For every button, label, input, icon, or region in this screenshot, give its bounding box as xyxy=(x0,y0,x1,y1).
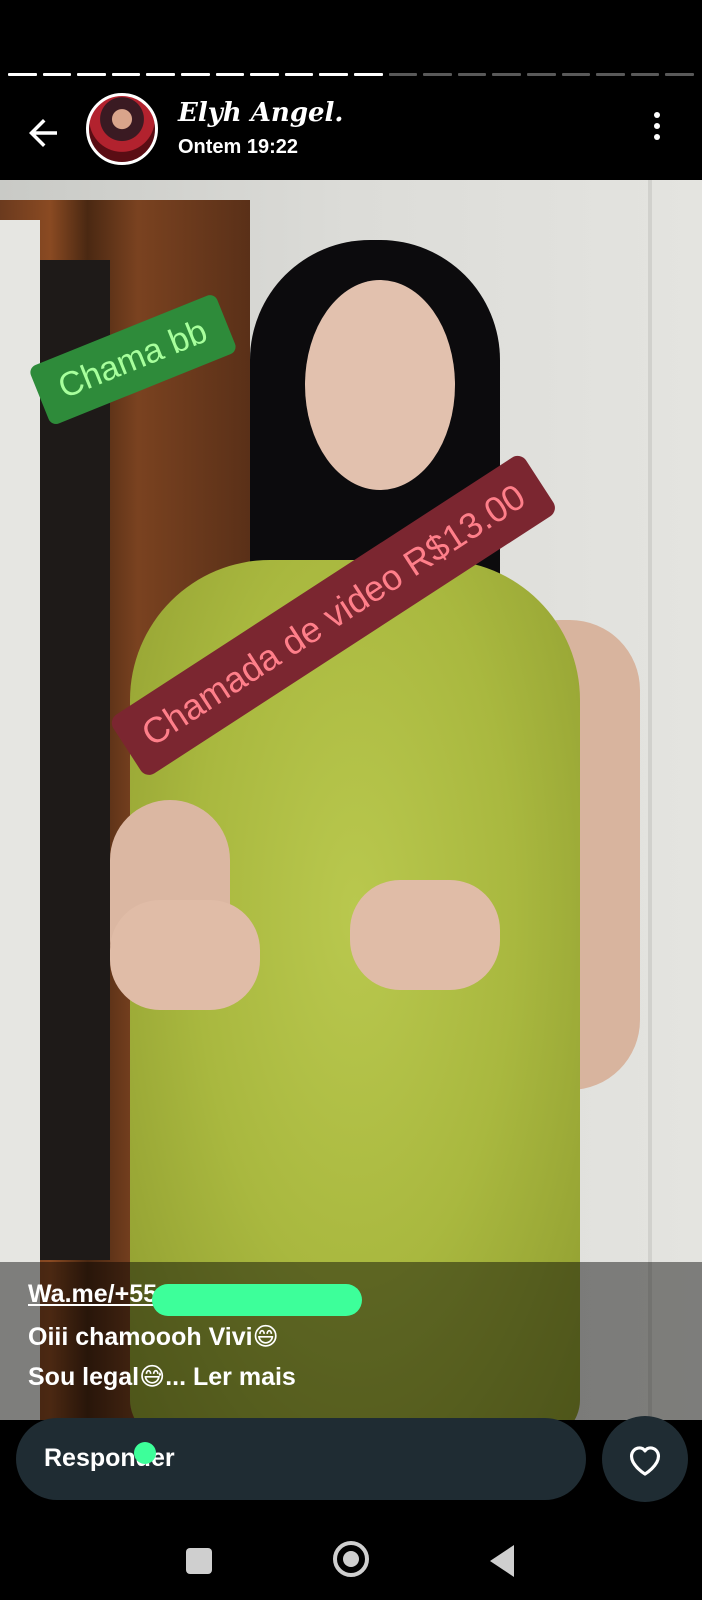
back-triangle-icon[interactable] xyxy=(490,1545,514,1577)
progress-segment xyxy=(77,73,106,76)
back-button[interactable] xyxy=(22,112,64,154)
system-nav-bar xyxy=(0,1515,702,1600)
progress-segment xyxy=(146,73,175,76)
right-hand xyxy=(350,880,500,990)
arrow-left-icon xyxy=(29,119,57,147)
progress-segment xyxy=(561,73,591,76)
contact-name: Elyh Angel. xyxy=(178,98,344,128)
avatar[interactable] xyxy=(86,93,158,165)
progress-segment xyxy=(630,73,660,76)
progress-segment xyxy=(8,73,37,76)
progress-segment xyxy=(388,73,418,76)
progress-segment xyxy=(457,73,487,76)
progress-segment xyxy=(180,73,210,76)
progress-segment xyxy=(319,73,348,76)
read-more-link[interactable]: ... Ler mais xyxy=(165,1363,296,1391)
wall-strip xyxy=(0,220,40,1420)
recent-apps-icon[interactable] xyxy=(186,1548,212,1574)
story-media[interactable]: Chama bb Chamada de video R$13.00 xyxy=(0,180,702,1420)
progress-segment xyxy=(215,73,245,76)
progress-segment xyxy=(526,73,556,76)
caption-line: Oiii chamoooh Vivi😄 xyxy=(28,1323,279,1351)
more-vertical-icon xyxy=(650,112,664,140)
progress-segment xyxy=(423,73,452,76)
touch-indicator xyxy=(134,1442,156,1464)
redaction-mark xyxy=(152,1284,362,1316)
caption-link[interactable]: Wa.me/+55 xyxy=(28,1280,157,1309)
progress-segment xyxy=(284,73,314,76)
home-icon[interactable] xyxy=(333,1541,369,1577)
progress-segment xyxy=(111,73,141,76)
story-header: Elyh Angel. Ontem 19:22 xyxy=(0,90,702,180)
progress-segment xyxy=(42,73,72,76)
progress-segment xyxy=(353,73,383,76)
progress-segment xyxy=(250,73,279,76)
progress-segment xyxy=(665,73,694,76)
story-progress xyxy=(8,73,694,76)
reply-input[interactable]: Responder xyxy=(16,1418,586,1500)
caption-line-3: Sou legal😅... Ler mais xyxy=(28,1362,296,1392)
story-caption: Wa.me/+55 Oiii chamoooh Vivi😄 Sou legal😅… xyxy=(0,1262,702,1420)
more-options-button[interactable] xyxy=(650,112,664,146)
wall-corner xyxy=(648,180,652,1420)
left-hand xyxy=(110,900,260,1010)
person xyxy=(110,240,640,1420)
heart-icon xyxy=(629,1446,661,1476)
progress-segment xyxy=(596,73,625,76)
caption-text: Sou legal😅 xyxy=(28,1363,166,1391)
like-button[interactable] xyxy=(602,1416,688,1502)
face xyxy=(305,280,455,490)
progress-segment xyxy=(492,73,521,76)
story-time: Ontem 19:22 xyxy=(178,136,299,158)
